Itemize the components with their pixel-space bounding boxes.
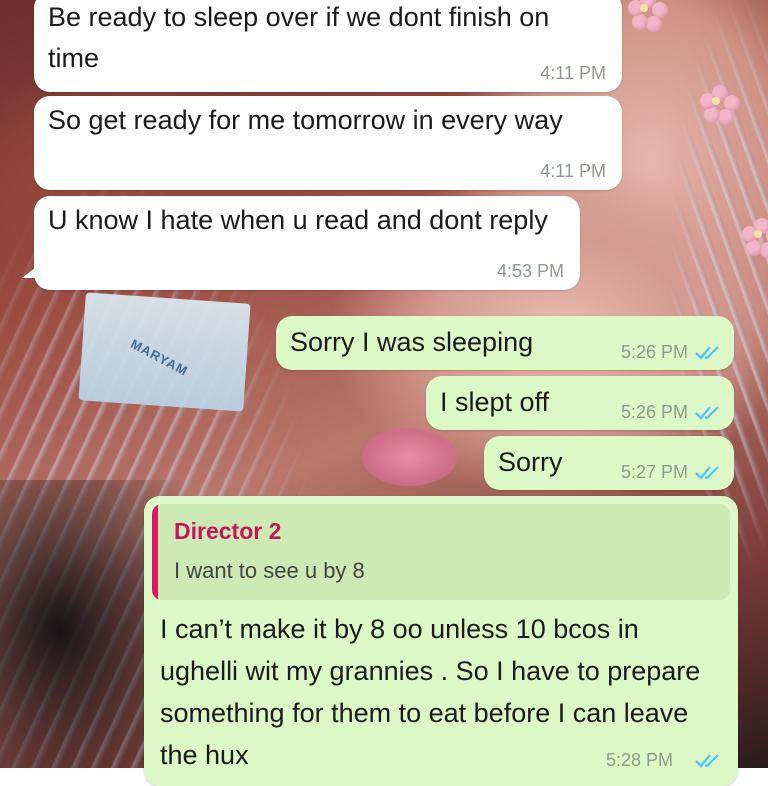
message-time: 4:11 PM [540,161,606,181]
message-text: So get ready for me tomorrow in every wa… [48,105,563,135]
quoted-reply[interactable]: Director 2 I want to see u by 8 [152,504,730,600]
flower-sticker-icon [700,85,740,125]
flower-sticker-icon [628,0,668,32]
message-text: Be ready to sleep over if we dont finish… [48,2,550,73]
read-receipt-icon [695,754,719,768]
message-bubble-outgoing[interactable]: Sorry 5:27 PM [484,436,734,490]
message-text: U know I hate when u read and dont reply [48,205,548,235]
message-time: 5:26 PM [620,402,688,422]
read-receipt-icon [695,346,719,360]
message-bubble-outgoing[interactable]: Sorry I was sleeping 5:26 PM [276,316,734,370]
background-lips [362,428,457,486]
message-time: 4:53 PM [496,261,564,281]
quoted-text: I want to see u by 8 [174,558,365,583]
message-bubble-incoming[interactable]: Be ready to sleep over if we dont finish… [34,0,622,92]
read-receipt-icon [695,406,719,420]
message-bubble-incoming[interactable]: So get ready for me tomorrow in every wa… [34,96,622,190]
message-time: 5:27 PM [620,462,688,482]
flower-sticker-icon [742,218,768,258]
message-bubble-incoming[interactable]: U know I hate when u read and dont reply… [22,196,580,290]
message-bubble-outgoing[interactable]: I slept off 5:26 PM [426,376,734,430]
read-receipt-icon [695,466,719,480]
quote-accent-bar [152,504,158,600]
quoted-author: Director 2 [174,518,282,544]
bubble-tail [22,264,40,278]
message-time: 5:26 PM [620,342,688,362]
message-time: 4:11 PM [540,63,606,83]
